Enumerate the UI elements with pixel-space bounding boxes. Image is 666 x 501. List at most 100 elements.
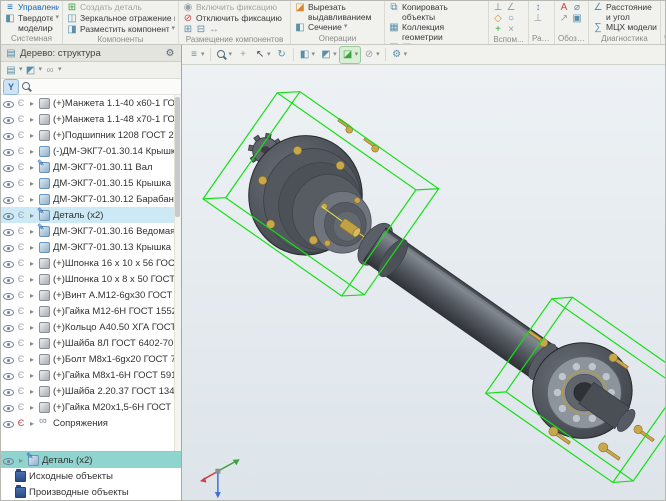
tree-scrollbar-thumb[interactable] xyxy=(175,97,180,217)
visibility-eye-icon[interactable] xyxy=(3,178,14,189)
tree-item[interactable]: (+)Гайка М8х1-6Н ГОСТ 5916-70 (х... xyxy=(1,367,181,383)
search-button[interactable] xyxy=(20,80,34,94)
expander-icon[interactable] xyxy=(17,456,25,465)
shift-component-icon[interactable] xyxy=(208,24,220,35)
aux-cross-icon[interactable] xyxy=(505,24,517,35)
visibility-eye-icon[interactable] xyxy=(3,290,14,301)
expander-icon[interactable] xyxy=(28,323,36,332)
aux-point-icon[interactable] xyxy=(492,13,504,24)
geometry-collection-button[interactable]: Коллекция геометрии xyxy=(387,22,486,42)
visibility-eye-icon[interactable] xyxy=(3,114,14,125)
source-objects-item[interactable]: Исходные объекты xyxy=(1,468,181,484)
drawing-icon[interactable] xyxy=(664,2,665,13)
aux-axis-icon[interactable] xyxy=(505,2,517,13)
expander-icon[interactable] xyxy=(28,115,36,124)
expander-icon[interactable] xyxy=(28,179,36,188)
mirror-component-button[interactable]: Зеркальное отражение ко... xyxy=(65,13,176,24)
array-icon[interactable] xyxy=(388,42,400,44)
tree-item[interactable]: (+)Подшипник 1208 ГОСТ 28428-9... xyxy=(1,127,181,143)
3d-viewport[interactable]: ↖ ↻ xyxy=(182,45,665,500)
visibility-eye-icon[interactable] xyxy=(3,418,14,429)
structure-view-icon[interactable] xyxy=(5,65,17,76)
tree-item[interactable]: ДМ-ЭКГ7-01.30.11 Вал xyxy=(1,159,181,175)
expander-icon[interactable] xyxy=(28,307,36,316)
visibility-eye-icon[interactable] xyxy=(3,210,14,221)
tree-item[interactable]: (+)Шпонка 16 х 10 х 56 ГОСТ 23360... xyxy=(1,255,181,271)
expander-icon[interactable] xyxy=(28,195,36,204)
expander-icon[interactable] xyxy=(28,211,36,220)
tree-item[interactable]: (+)Манжета 1.1-40 х60-1 ГОСТ 875... xyxy=(1,95,181,111)
dimension-aux-icon[interactable] xyxy=(532,13,544,24)
rotate-view-button[interactable]: ↻ xyxy=(274,47,290,63)
expander-icon[interactable] xyxy=(28,163,36,172)
expander-icon[interactable] xyxy=(28,339,36,348)
expander-icon[interactable] xyxy=(28,371,36,380)
tree-item[interactable]: (+)Кольцо А40.50 ХГА ГОСТ 13942... xyxy=(1,319,181,335)
flange-studs-upper[interactable] xyxy=(338,118,379,152)
visibility-eye-icon[interactable] xyxy=(3,242,14,253)
chevron-down-icon[interactable] xyxy=(39,65,43,75)
visibility-eye-icon[interactable] xyxy=(3,370,14,381)
visibility-eye-icon[interactable] xyxy=(3,130,14,141)
tree-item-mates[interactable]: Сопряжения xyxy=(1,415,181,431)
tree-item[interactable]: ДМ-ЭКГ7-01.30.15 Крышка под... xyxy=(1,175,181,191)
edited-part-item[interactable]: Деталь (х2) xyxy=(1,452,181,468)
tree-item[interactable]: (-)ДМ-ЭКГ7-01.30.14 Крышка под... xyxy=(1,143,181,159)
mates-filter-icon[interactable] xyxy=(44,65,56,76)
tree-item[interactable]: (+)Шайба 2.20.37 ГОСТ 13465-77 xyxy=(1,383,181,399)
expander-icon[interactable] xyxy=(28,131,36,140)
expander-icon[interactable] xyxy=(28,147,36,156)
components-filter-icon[interactable] xyxy=(25,65,37,76)
aux-plane-icon[interactable] xyxy=(492,2,504,13)
tree-item[interactable]: (+)Болт М8х1-6gх20 ГОСТ 7796-70... xyxy=(1,351,181,367)
select-button[interactable]: ↖ xyxy=(252,47,273,63)
zoom-button[interactable] xyxy=(214,47,235,63)
expander-icon[interactable] xyxy=(28,403,36,412)
section-button[interactable]: Сечение xyxy=(293,22,382,33)
tree-item-selected[interactable]: Деталь (х2) xyxy=(1,207,181,223)
visibility-eye-icon[interactable] xyxy=(3,274,14,285)
pan-button[interactable] xyxy=(235,47,251,63)
rotate-component-icon[interactable] xyxy=(195,24,207,35)
disable-fixation-button[interactable]: Отключить фиксацию xyxy=(181,13,288,24)
mode-selector-dropdown[interactable]: Твердотельное моделирование xyxy=(3,13,60,33)
visibility-eye-icon[interactable] xyxy=(3,338,14,349)
copy-objects-button[interactable]: Копировать объекты xyxy=(387,2,486,22)
gear-icon[interactable] xyxy=(163,46,177,60)
visibility-eye-icon[interactable] xyxy=(3,226,14,237)
tree-item[interactable]: (+)Гайка М20х1,5-6Н ГОСТ 5916-70... xyxy=(1,399,181,415)
expander-icon[interactable] xyxy=(28,387,36,396)
expander-icon[interactable] xyxy=(28,99,36,108)
create-part-button[interactable]: Создать деталь xyxy=(65,2,176,13)
aux-cs-icon[interactable] xyxy=(505,13,517,24)
display-mode-button[interactable] xyxy=(318,47,339,63)
visibility-eye-icon[interactable] xyxy=(3,258,14,269)
visibility-eye-icon[interactable] xyxy=(3,194,14,205)
visibility-eye-icon[interactable] xyxy=(3,162,14,173)
base-designation-icon[interactable] xyxy=(571,13,583,24)
tree-item[interactable]: ДМ-ЭКГ7-01.30.16 Ведомая зве... xyxy=(1,223,181,239)
orientation-button[interactable] xyxy=(297,47,318,63)
tree-item[interactable]: (+)Шпонка 10 х 8 х 50 ГОСТ 23360-... xyxy=(1,271,181,287)
tree-item[interactable]: (+)Шайба 8Л ГОСТ 6402-70 (х16) xyxy=(1,335,181,351)
visibility-eye-icon[interactable] xyxy=(3,386,14,397)
scheme-button[interactable] xyxy=(186,47,207,63)
viewport-settings-button[interactable] xyxy=(389,47,410,63)
leader-icon[interactable] xyxy=(558,13,570,24)
tree-item[interactable]: ДМ-ЭКГ7-01.30.13 Крышка под... xyxy=(1,239,181,255)
dimension-icon[interactable] xyxy=(532,2,544,13)
management-menu-button[interactable]: Управление xyxy=(3,2,60,13)
visibility-eye-icon[interactable] xyxy=(3,322,14,333)
expander-icon[interactable] xyxy=(28,227,36,236)
shaft[interactable] xyxy=(351,217,562,384)
filter-button[interactable] xyxy=(4,80,18,94)
derived-objects-item[interactable]: Производные объекты xyxy=(1,484,181,500)
mass-properties-button[interactable]: МЦХ модели xyxy=(591,22,658,33)
section-display-button[interactable] xyxy=(340,47,361,63)
enable-fixation-button[interactable]: Включить фиксацию xyxy=(181,2,288,13)
expander-icon[interactable] xyxy=(28,243,36,252)
cut-extrude-button[interactable]: Вырезать выдавливанием xyxy=(293,2,382,22)
expander-icon[interactable] xyxy=(28,355,36,364)
visibility-eye-icon[interactable] xyxy=(3,402,14,413)
place-component-button[interactable]: Разместить компонент xyxy=(65,24,176,35)
